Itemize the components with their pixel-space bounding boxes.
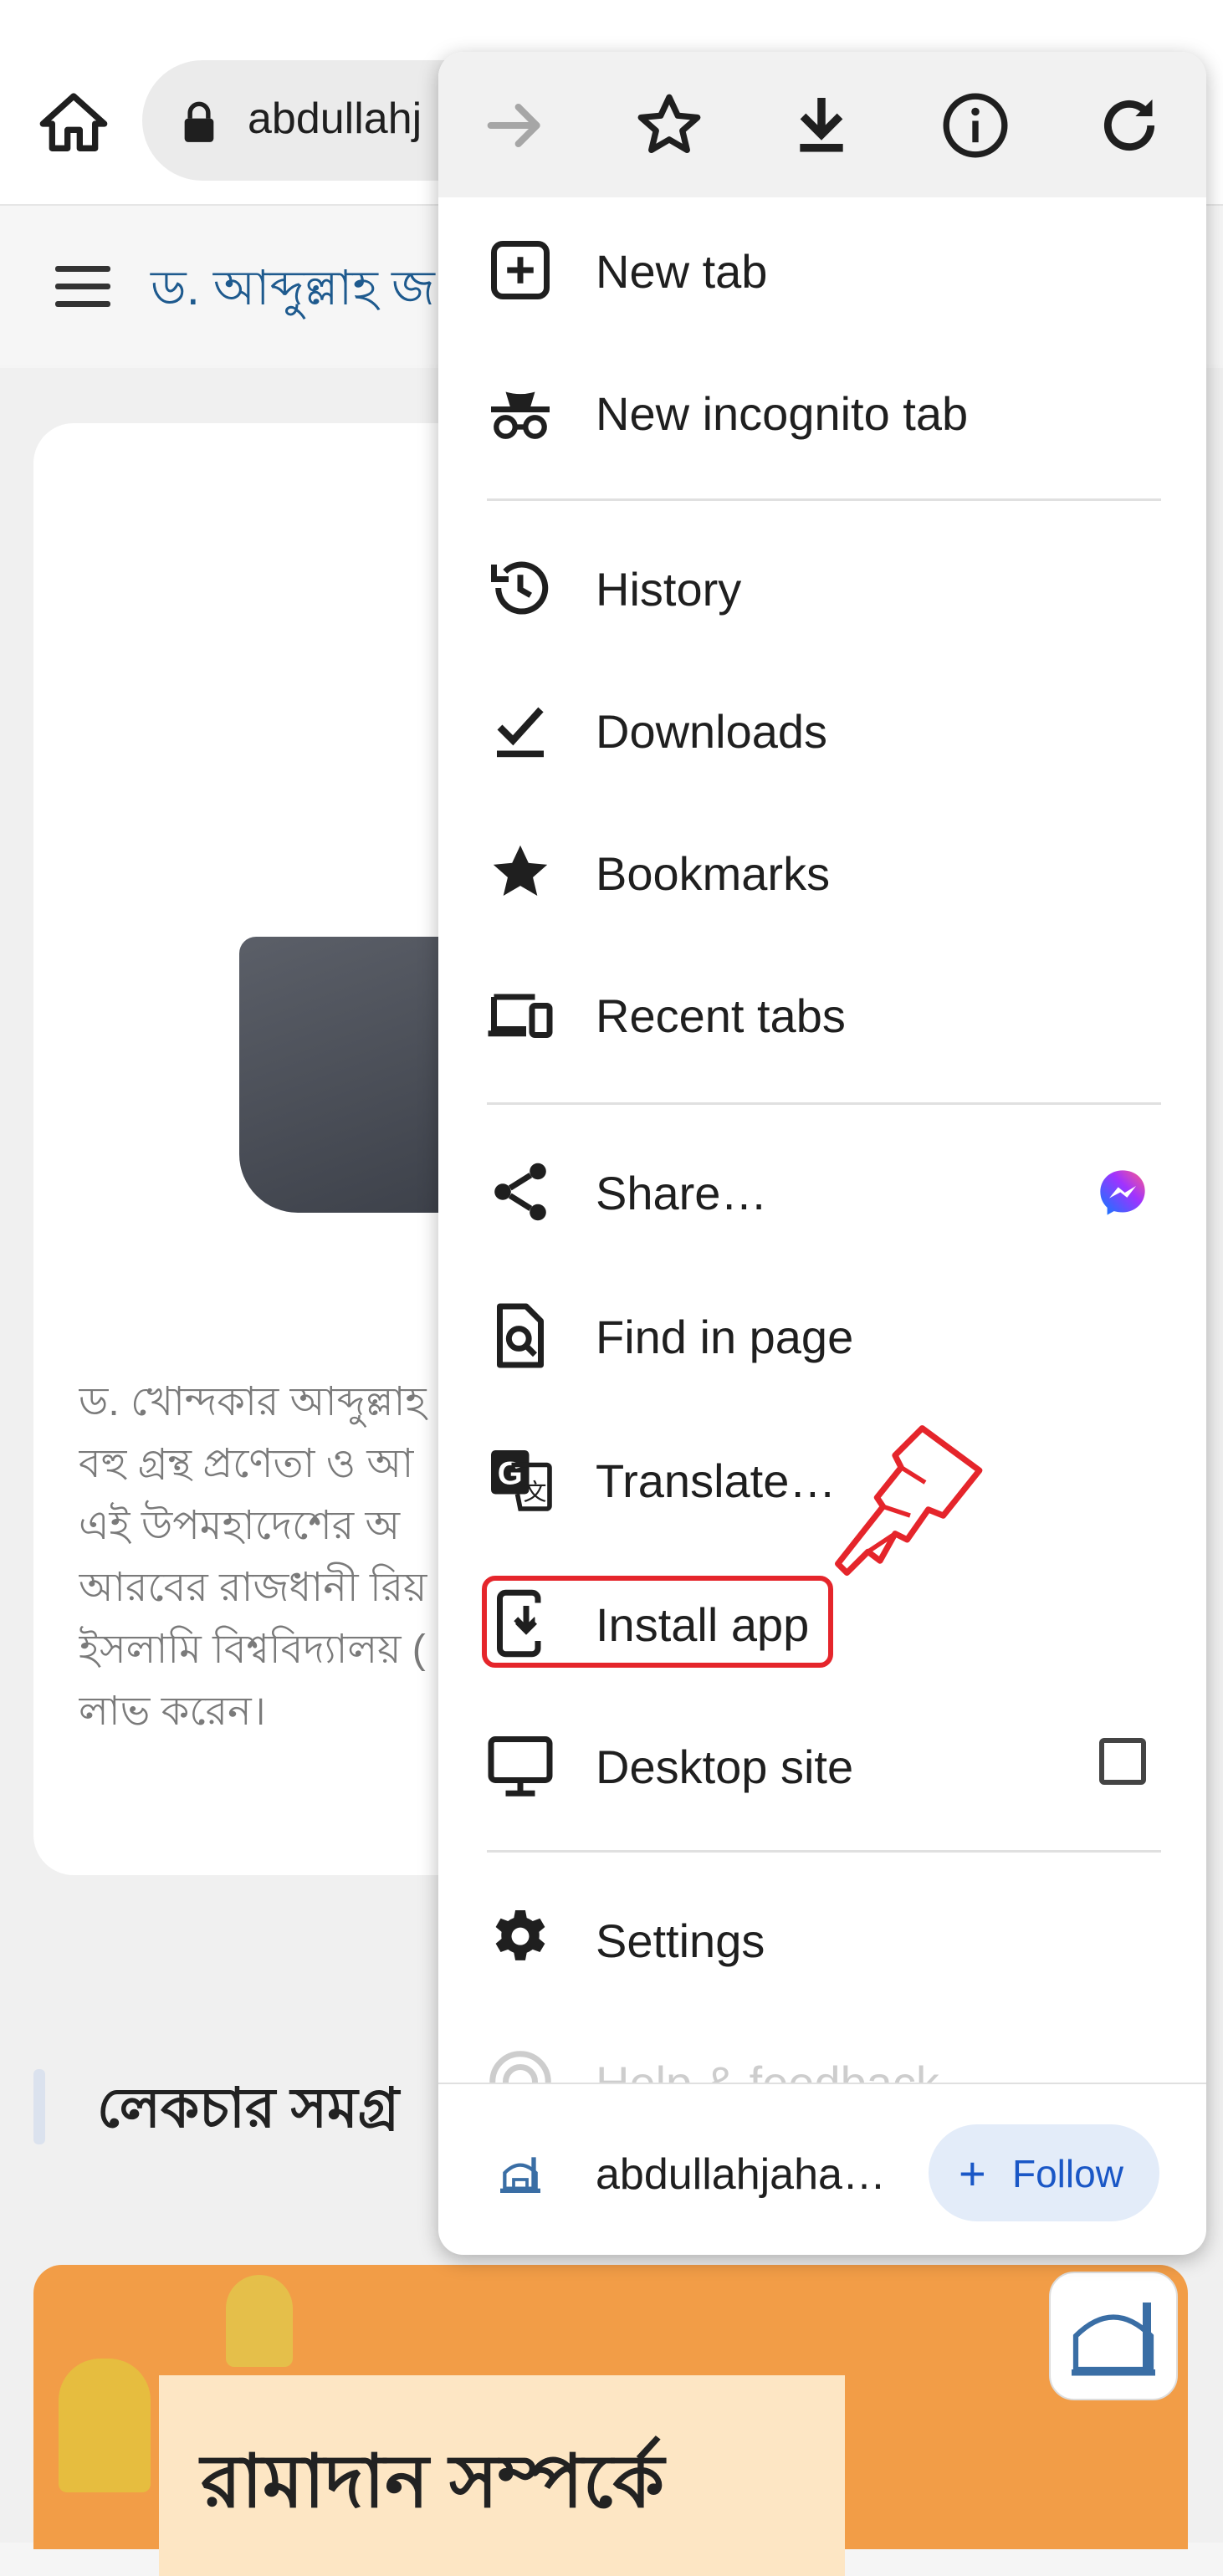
menu-item-new-tab[interactable]: New tab: [438, 199, 1206, 341]
info-icon[interactable]: [939, 89, 1012, 162]
forward-icon[interactable]: [478, 89, 552, 162]
menu-divider: [487, 1850, 1161, 1853]
menu-item-label: Settings: [596, 1914, 765, 1967]
desktop-site-checkbox[interactable]: [1099, 1738, 1146, 1785]
bookmark-star-icon[interactable]: [632, 89, 706, 162]
site-title[interactable]: ড. আব্দুল্লাহ জ: [151, 251, 435, 332]
help-icon: [489, 2051, 551, 2083]
menu-item-share[interactable]: Share…: [438, 1121, 1206, 1263]
menu-item-find-in-page[interactable]: Find in page: [438, 1265, 1206, 1407]
section-title: লেকচার সমগ্র: [97, 2077, 400, 2139]
menu-footer-divider: [438, 2083, 1206, 2084]
find-in-page-icon: [497, 1303, 544, 1368]
downloads-check-icon: [497, 707, 544, 758]
incognito-icon: [491, 391, 550, 439]
menu-item-bookmarks[interactable]: Bookmarks: [438, 801, 1206, 943]
history-icon: [491, 561, 549, 615]
menu-item-label: Find in page: [596, 1311, 854, 1363]
menu-divider: [487, 1102, 1161, 1105]
menu-divider: [487, 498, 1161, 501]
install-app-highlight-box: [482, 1576, 833, 1668]
menu-item-new-incognito-tab[interactable]: New incognito tab: [438, 341, 1206, 483]
devices-icon: [488, 994, 553, 1038]
menu-item-translate[interactable]: G 文 Translate…: [438, 1408, 1206, 1551]
home-icon[interactable]: [37, 87, 110, 161]
site-favicon: [500, 2157, 540, 2193]
menu-item-label: History: [596, 563, 742, 616]
translate-icon: G 文: [491, 1450, 552, 1511]
pointing-hand-icon: [835, 1425, 983, 1577]
desktop-monitor-icon: [488, 1736, 553, 1797]
menu-item-help-feedback[interactable]: Help & feedback: [438, 2011, 1206, 2083]
plus-icon: +: [959, 2147, 986, 2200]
menu-item-label: Bookmarks: [596, 847, 831, 900]
menu-item-settings[interactable]: Settings: [438, 1868, 1206, 2011]
download-icon[interactable]: [785, 89, 858, 162]
footer-site-name: abdullahjaha…: [596, 2150, 886, 2199]
bookmarks-star-icon: [493, 845, 548, 896]
menu-item-label: New tab: [596, 245, 768, 298]
follow-button-label: Follow: [1012, 2152, 1123, 2195]
menu-item-label: Help & feedback: [596, 2056, 939, 2083]
menu-item-desktop-site[interactable]: Desktop site: [438, 1694, 1206, 1837]
mosque-logo-icon: [1072, 2303, 1155, 2376]
svg-text:G: G: [498, 1455, 523, 1491]
menu-item-history[interactable]: History: [438, 517, 1206, 659]
menu-item-label: Downloads: [596, 705, 828, 758]
lock-icon: [184, 101, 214, 142]
menu-item-recent-tabs[interactable]: Recent tabs: [438, 943, 1206, 1086]
menu-item-downloads[interactable]: Downloads: [438, 659, 1206, 801]
svg-text:文: 文: [523, 1480, 546, 1505]
url-text[interactable]: abdullahj: [248, 94, 422, 144]
section-accent-bar: [33, 2069, 45, 2144]
reload-icon[interactable]: [1093, 89, 1166, 162]
menu-item-label: Share…: [596, 1167, 768, 1219]
settings-gear-icon: [495, 1910, 545, 1960]
menu-item-label: Translate…: [596, 1454, 837, 1507]
messenger-icon[interactable]: [1096, 1166, 1149, 1219]
banner-title: রামাদান সম্পর্কে: [201, 2440, 665, 2522]
share-icon: [494, 1163, 546, 1221]
menu-item-label: Desktop site: [596, 1740, 854, 1793]
new-tab-icon: [491, 241, 550, 299]
lantern-decoration: [226, 2275, 293, 2367]
site-logo: [1049, 2272, 1178, 2400]
lantern-decoration: [59, 2359, 151, 2492]
hamburger-menu-icon[interactable]: [55, 266, 110, 308]
menu-item-label: Recent tabs: [596, 989, 846, 1042]
menu-item-label: New incognito tab: [596, 387, 969, 440]
